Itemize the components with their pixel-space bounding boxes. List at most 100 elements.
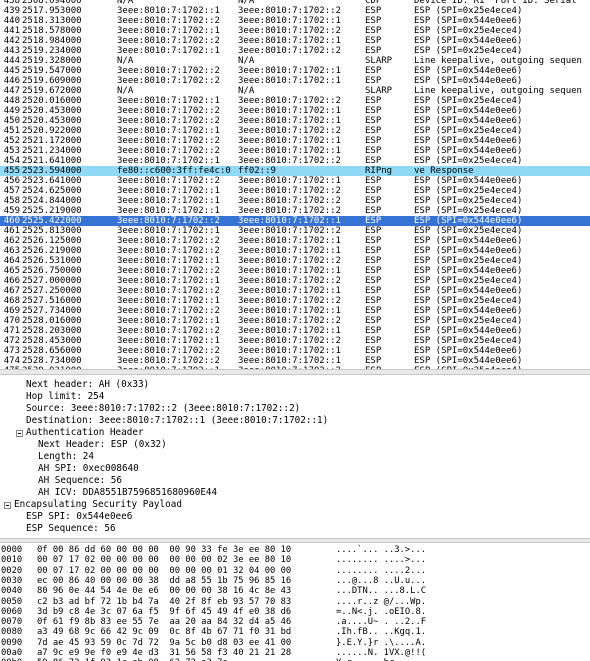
packet-protocol: ESP bbox=[365, 176, 382, 186]
packet-row[interactable]: 469 2527.734000 3eee:8010:7:1702::2 3eee:80… bbox=[0, 306, 590, 316]
packet-destination: 3eee:8010:7:1702::1 bbox=[238, 76, 341, 86]
packet-row[interactable]: 468 2527.516000 3eee:8010:7:1702::1 3eee:80… bbox=[0, 296, 590, 306]
packet-list[interactable]: 438 2508.094000 N/A N/A CDP Device ID: R1 Por… bbox=[0, 0, 590, 369]
packet-row[interactable]: 474 2528.734000 3eee:8010:7:1702::2 3eee:80… bbox=[0, 356, 590, 366]
packet-row[interactable]: 473 2528.656000 3eee:8010:7:1702::2 3eee:80… bbox=[0, 346, 590, 356]
packet-row[interactable]: 472 2528.453000 3eee:8010:7:1702::1 3eee:80… bbox=[0, 336, 590, 346]
packet-row[interactable]: 458 2524.844000 3eee:8010:7:1702::1 3eee:80… bbox=[0, 196, 590, 206]
packet-source: 3eee:8010:7:1702::1 bbox=[117, 196, 220, 206]
collapse-toggle-icon[interactable] bbox=[16, 430, 23, 437]
tree-field[interactable]: AH ICV: DDA8551B7596851680960E44 bbox=[38, 487, 217, 499]
packet-time: 2521.641000 bbox=[22, 156, 82, 166]
tree-field[interactable]: AH SPI: 0xec008640 bbox=[38, 463, 139, 475]
packet-row[interactable]: 439 2517.953000 3eee:8010:7:1702::1 3eee:80… bbox=[0, 6, 590, 16]
packet-row[interactable]: 455 2523.594000 fe80::c600:3ff:fe4c:0 ff02:… bbox=[0, 166, 590, 176]
packet-row[interactable]: 456 2523.641000 3eee:8010:7:1702::2 3eee:80… bbox=[0, 176, 590, 186]
packet-number: 451 bbox=[3, 126, 20, 136]
packet-time: 2527.000000 bbox=[22, 276, 82, 286]
tree-field[interactable]: Next Header: ESP (0x32) bbox=[38, 439, 167, 451]
packet-info: ESP (SPI=0x544e0ee6) bbox=[414, 346, 523, 356]
packet-row[interactable]: 471 2528.203000 3eee:8010:7:1702::2 3eee:80… bbox=[0, 326, 590, 336]
packet-row[interactable]: 467 2527.250000 3eee:8010:7:1702::2 3eee:80… bbox=[0, 286, 590, 296]
packet-row[interactable]: 454 2521.641000 3eee:8010:7:1702::1 3eee:80… bbox=[0, 156, 590, 166]
packet-row[interactable]: 443 2519.234000 3eee:8010:7:1702::1 3eee:80… bbox=[0, 46, 590, 56]
packet-protocol: ESP bbox=[365, 146, 382, 156]
packet-source: 3eee:8010:7:1702::2 bbox=[117, 76, 220, 86]
packet-info: ESP (SPI=0x25e4ece4) bbox=[414, 276, 523, 286]
packet-info: ESP (SPI=0x544e0ee6) bbox=[414, 16, 523, 26]
tree-field[interactable]: Length: 24 bbox=[38, 451, 94, 463]
tree-section-header[interactable]: Encapsulating Security Payload bbox=[14, 499, 182, 511]
packet-row[interactable]: 451 2520.922000 3eee:8010:7:1702::1 3eee:80… bbox=[0, 126, 590, 136]
tree-section-header[interactable]: Authentication Header bbox=[26, 427, 144, 439]
packet-source: 3eee:8010:7:1702::2 bbox=[117, 356, 220, 366]
packet-protocol: ESP bbox=[365, 156, 382, 166]
packet-row[interactable]: 470 2528.016000 3eee:8010:7:1702::1 3eee:80… bbox=[0, 316, 590, 326]
packet-row[interactable]: 441 2518.578000 3eee:8010:7:1702::1 3eee:80… bbox=[0, 26, 590, 36]
packet-info: ESP (SPI=0x25e4ece4) bbox=[414, 206, 523, 216]
tree-field[interactable]: Next header: AH (0x33) bbox=[26, 379, 149, 391]
packet-row[interactable]: 457 2524.625000 3eee:8010:7:1702::1 3eee:80… bbox=[0, 186, 590, 196]
packet-number: 466 bbox=[3, 276, 20, 286]
packet-source: 3eee:8010:7:1702::1 bbox=[117, 336, 220, 346]
packet-time: 2528.734000 bbox=[22, 356, 82, 366]
packet-row[interactable]: 466 2527.000000 3eee:8010:7:1702::1 3eee:80… bbox=[0, 276, 590, 286]
packet-row[interactable]: 447 2519.672000 N/A N/A SLARP Line keepalive,… bbox=[0, 86, 590, 96]
packet-row[interactable]: 452 2521.172000 3eee:8010:7:1702::2 3eee:80… bbox=[0, 136, 590, 146]
packet-row[interactable]: 445 2519.547000 3eee:8010:7:1702::2 3eee:80… bbox=[0, 66, 590, 76]
packet-number: 447 bbox=[3, 86, 20, 96]
packet-row[interactable]: 440 2518.313000 3eee:8010:7:1702::2 3eee:80… bbox=[0, 16, 590, 26]
packet-row[interactable]: 464 2526.531000 3eee:8010:7:1702::1 3eee:80… bbox=[0, 256, 590, 266]
packet-source: 3eee:8010:7:1702::2 bbox=[117, 36, 220, 46]
packet-destination: 3eee:8010:7:1702::2 bbox=[238, 46, 341, 56]
packet-row[interactable]: 449 2520.453000 3eee:8010:7:1702::2 3eee:80… bbox=[0, 106, 590, 116]
tree-field[interactable]: Source: 3eee:8010:7:1702::2 (3eee:8010:7… bbox=[26, 403, 300, 415]
packet-time: 2521.172000 bbox=[22, 136, 82, 146]
packet-info: ESP (SPI=0x544e0ee6) bbox=[414, 76, 523, 86]
packet-row[interactable]: 460 2525.422000 3eee:8010:7:1702::2 3eee:80… bbox=[0, 216, 590, 226]
packet-bytes-pane[interactable]: 0000 0f 00 86 dd 60 00 00 00 00 90 33 fe … bbox=[0, 543, 590, 661]
packet-row[interactable]: 463 2526.219000 3eee:8010:7:1702::2 3eee:80… bbox=[0, 246, 590, 256]
packet-row[interactable]: 446 2519.609000 3eee:8010:7:1702::2 3eee:80… bbox=[0, 76, 590, 86]
packet-time: 2525.219000 bbox=[22, 206, 82, 216]
packet-destination: 3eee:8010:7:1702::2 bbox=[238, 196, 341, 206]
packet-time: 2520.016000 bbox=[22, 96, 82, 106]
packet-time: 2526.750000 bbox=[22, 266, 82, 276]
tree-field[interactable]: Destination: 3eee:8010:7:1702::1 (3eee:8… bbox=[26, 415, 328, 427]
collapse-toggle-icon[interactable] bbox=[4, 502, 11, 509]
packet-time: 2520.453000 bbox=[22, 116, 82, 126]
packet-source: 3eee:8010:7:1702::2 bbox=[117, 66, 220, 76]
packet-destination: 3eee:8010:7:1702::1 bbox=[238, 136, 341, 146]
packet-source: 3eee:8010:7:1702::1 bbox=[117, 296, 220, 306]
packet-time: 2518.313000 bbox=[22, 16, 82, 26]
tree-field[interactable]: ESP Sequence: 56 bbox=[26, 523, 116, 535]
packet-protocol: ESP bbox=[365, 76, 382, 86]
packet-details-tree[interactable]: Next header: AH (0x33) Hop limit: 254 Sour… bbox=[0, 375, 590, 538]
packet-info: ESP (SPI=0x544e0ee6) bbox=[414, 116, 523, 126]
packet-protocol: ESP bbox=[365, 66, 382, 76]
packet-row[interactable]: 448 2520.016000 3eee:8010:7:1702::1 3eee:80… bbox=[0, 96, 590, 106]
packet-row[interactable]: 461 2525.813000 3eee:8010:7:1702::1 3eee:80… bbox=[0, 226, 590, 236]
packet-info: ve Response bbox=[414, 166, 474, 176]
tree-field[interactable]: Hop limit: 254 bbox=[26, 391, 104, 403]
packet-protocol: ESP bbox=[365, 16, 382, 26]
packet-protocol: ESP bbox=[365, 116, 382, 126]
packet-row[interactable]: 462 2526.125000 3eee:8010:7:1702::2 3eee:80… bbox=[0, 236, 590, 246]
packet-row[interactable]: 453 2521.234000 3eee:8010:7:1702::2 3eee:80… bbox=[0, 146, 590, 156]
packet-row[interactable]: 450 2520.453000 3eee:8010:7:1702::2 3eee:80… bbox=[0, 116, 590, 126]
packet-row[interactable]: 459 2525.219000 3eee:8010:7:1702::1 3eee:80… bbox=[0, 206, 590, 216]
packet-number: 462 bbox=[3, 236, 20, 246]
packet-number: 458 bbox=[3, 196, 20, 206]
packet-row[interactable]: 444 2519.328000 N/A N/A SLARP Line keepalive,… bbox=[0, 56, 590, 66]
packet-row[interactable]: 442 2518.984000 3eee:8010:7:1702::2 3eee:80… bbox=[0, 36, 590, 46]
packet-info: ESP (SPI=0x544e0ee6) bbox=[414, 266, 523, 276]
packet-destination: 3eee:8010:7:1702::2 bbox=[238, 296, 341, 306]
tree-field[interactable]: ESP SPI: 0x544e0ee6 bbox=[26, 511, 132, 523]
packet-source: 3eee:8010:7:1702::2 bbox=[117, 286, 220, 296]
packet-info: ESP (SPI=0x544e0ee6) bbox=[414, 356, 523, 366]
packet-row[interactable]: 465 2526.750000 3eee:8010:7:1702::2 3eee:80… bbox=[0, 266, 590, 276]
packet-number: 468 bbox=[3, 296, 20, 306]
packet-time: 2528.203000 bbox=[22, 326, 82, 336]
tree-field[interactable]: AH Sequence: 56 bbox=[38, 475, 122, 487]
packet-info: ESP (SPI=0x25e4ece4) bbox=[414, 126, 523, 136]
